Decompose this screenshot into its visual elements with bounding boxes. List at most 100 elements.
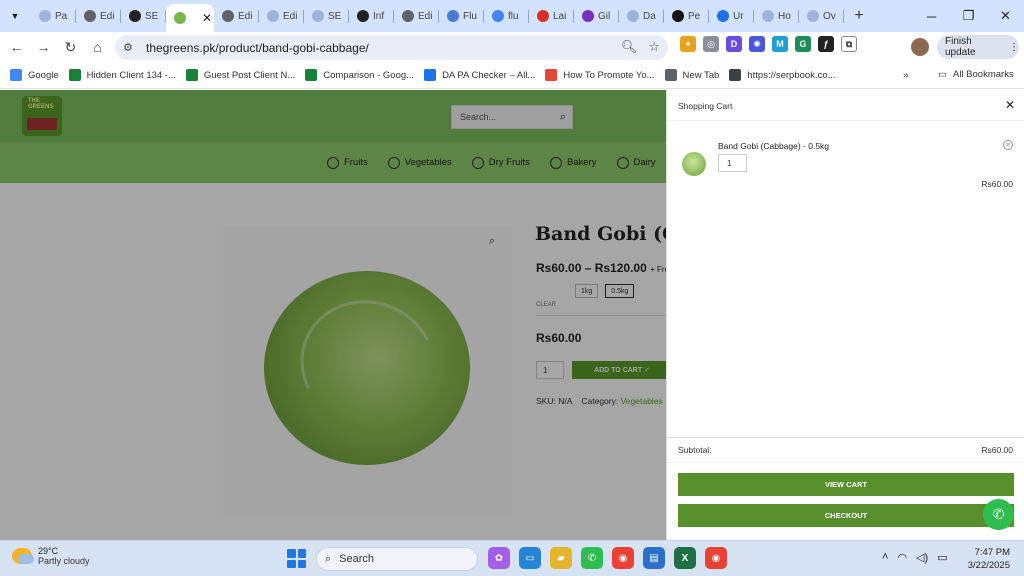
tab[interactable]: Inf — [349, 3, 394, 29]
excel-icon[interactable]: X — [674, 547, 696, 569]
clock-time: 7:47 PM — [974, 547, 1010, 558]
back-button[interactable]: ← — [3, 34, 30, 60]
bookmark-label: DA PA Checker – All... — [442, 69, 536, 81]
weather-widget[interactable]: 29°C Partly cloudy — [12, 546, 90, 566]
bookmark-favicon-icon — [185, 69, 198, 81]
close-tab-icon[interactable]: ✕ — [202, 11, 212, 25]
weather-temperature: 29°C — [38, 546, 59, 556]
wifi-icon[interactable]: ◠ — [897, 551, 907, 564]
close-window-button[interactable]: ✕ — [987, 0, 1024, 32]
bookmark-favicon-icon — [545, 69, 558, 81]
whatsapp-chat-icon[interactable]: ✆ — [983, 499, 1014, 530]
taskbar-search[interactable]: ⌕ Search — [316, 547, 478, 571]
profile-avatar[interactable] — [911, 38, 929, 56]
tab[interactable]: Pa — [31, 3, 76, 29]
extension-d-icon[interactable]: D — [726, 36, 742, 52]
all-bookmarks-button[interactable]: ▭ All Bookmarks — [938, 69, 1014, 80]
bookmark-favicon-icon — [10, 69, 22, 81]
tab[interactable]: Da — [619, 3, 664, 29]
tab-favicon-icon — [267, 10, 279, 22]
bookmark-label: Hidden Client 134 -... — [86, 69, 176, 81]
extension-g-icon[interactable]: G — [795, 36, 811, 52]
tab-favicon-icon — [537, 10, 549, 22]
omnibox[interactable]: ⚙ thegreens.pk/product/band-gobi-cabbage… — [115, 35, 668, 60]
bookmark-item[interactable]: Google — [10, 69, 59, 81]
tab-favicon-icon — [672, 10, 684, 22]
tab[interactable]: Ur — [709, 3, 754, 29]
start-button[interactable] — [287, 549, 306, 568]
site-info-icon[interactable]: ⚙ — [123, 41, 143, 54]
bookmark-item[interactable]: Comparison - Goog... — [305, 69, 414, 81]
tab[interactable]: Edi — [259, 3, 304, 29]
bookmark-item[interactable]: How To Promote Yo... — [545, 69, 655, 81]
finish-update-button[interactable]: Finish update ⋮ — [937, 35, 1019, 59]
extension-sun-icon[interactable]: ✺ — [749, 36, 765, 52]
tab-active[interactable]: ✕ — [166, 4, 214, 32]
tab-search-dropdown-icon[interactable]: ▼ — [5, 6, 25, 26]
home-button[interactable]: ⌂ — [84, 34, 111, 60]
bookmark-favicon-icon — [68, 69, 81, 81]
search-icon: ⌕ — [325, 552, 332, 565]
extension-f-icon[interactable]: ƒ — [818, 36, 834, 52]
whatsapp-app-icon[interactable]: ✆ — [581, 547, 603, 569]
tab-label: Da — [643, 10, 656, 22]
bookmark-item[interactable]: Guest Post Client N... — [185, 69, 295, 81]
tab-label: Pe — [688, 10, 701, 22]
close-cart-button[interactable]: ✕ — [1005, 98, 1015, 112]
tab-label: Gil — [598, 10, 611, 22]
page-dim-overlay[interactable] — [0, 90, 666, 540]
bookmark-item[interactable]: New Tab — [664, 69, 719, 81]
tab[interactable]: SE — [121, 3, 166, 29]
copilot-icon[interactable]: ✿ — [488, 547, 510, 569]
notepad-icon[interactable]: ▤ — [643, 547, 665, 569]
cart-item-name[interactable]: Band Gobi (Cabbage) - 0.5kg — [718, 141, 829, 151]
chrome-profile-icon[interactable]: ◉ — [705, 547, 727, 569]
bookmark-item[interactable]: https://serpbook.co... — [729, 69, 836, 81]
reload-button[interactable]: ↻ — [57, 34, 84, 60]
chrome-icon[interactable]: ◉ — [612, 547, 634, 569]
chevron-up-icon[interactable]: ˄ — [882, 551, 888, 564]
bookmark-label: Google — [28, 69, 59, 81]
minimize-button[interactable]: ─ — [913, 0, 950, 32]
tab[interactable]: Lai — [529, 3, 574, 29]
tab[interactable]: Edi — [76, 3, 121, 29]
forward-button[interactable]: → — [30, 34, 57, 60]
remove-item-icon[interactable]: ✕ — [1003, 140, 1013, 150]
url-text[interactable]: thegreens.pk/product/band-gobi-cabbage/ — [146, 41, 369, 55]
tab[interactable]: Flu — [439, 3, 484, 29]
new-tab-button[interactable]: + — [848, 7, 870, 25]
extension-m-icon[interactable]: M — [772, 36, 788, 52]
extension-gear-icon[interactable]: ✦ — [680, 36, 696, 52]
tab[interactable]: Edi — [394, 3, 439, 29]
clock[interactable]: 7:47 PM 3/22/2025 — [966, 546, 1010, 572]
bookmark-star-icon[interactable]: ☆ — [648, 39, 660, 55]
divider — [667, 462, 1024, 463]
extensions-puzzle-icon[interactable]: ⧉ — [841, 36, 857, 52]
bookmark-item[interactable]: Hidden Client 134 -... — [68, 69, 176, 81]
cart-item-thumbnail[interactable] — [682, 152, 706, 176]
checkout-button[interactable]: CHECKOUT — [678, 504, 1014, 527]
zoom-icon[interactable]: 🔍︎ — [621, 39, 638, 55]
tab[interactable]: Pe — [664, 3, 709, 29]
tab-label: flu — [508, 10, 519, 22]
tab[interactable]: Ho — [754, 3, 799, 29]
extension-globe-icon[interactable]: ◎ — [703, 36, 719, 52]
tab[interactable]: SE — [304, 3, 349, 29]
volume-icon[interactable]: ◁) — [916, 551, 928, 564]
file-explorer-icon[interactable]: ▰ — [550, 547, 572, 569]
tab[interactable]: Ov — [799, 3, 844, 29]
tab-label: Flu — [463, 10, 477, 22]
address-bar: ← → ↻ ⌂ ⚙ thegreens.pk/product/band-gobi… — [0, 32, 1024, 62]
bookmark-item[interactable]: DA PA Checker – All... — [424, 69, 535, 81]
tab-favicon-icon — [129, 10, 141, 22]
tab[interactable]: Edi — [214, 3, 259, 29]
bookmarks-overflow-icon[interactable]: » — [903, 70, 909, 81]
cart-item-quantity-input[interactable]: 1 — [718, 154, 747, 172]
restore-button[interactable]: ❐ — [950, 0, 987, 32]
view-cart-button[interactable]: VIEW CART — [678, 473, 1014, 496]
tab[interactable]: flu — [484, 3, 529, 29]
battery-icon[interactable]: ▭ — [937, 551, 947, 564]
tab[interactable]: Gil — [574, 3, 619, 29]
system-tray: ˄ ◠ ◁) ▭ — [882, 551, 948, 564]
desktop-icon[interactable]: ▭ — [519, 547, 541, 569]
